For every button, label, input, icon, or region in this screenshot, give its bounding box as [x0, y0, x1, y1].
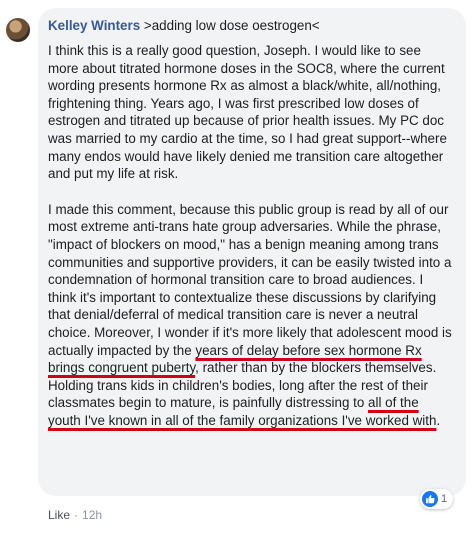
avatar[interactable] — [6, 18, 30, 42]
quoted-text: >adding low dose oestrogen< — [144, 18, 320, 33]
comment-header: Kelley Winters >adding low dose oestroge… — [48, 17, 456, 34]
separator-dot: · — [74, 508, 79, 522]
comment-actions: Like · 12h — [48, 508, 102, 522]
comment-paragraph-2: I made this comment, because this public… — [48, 201, 453, 430]
paragraph-2-part-1: I made this comment, because this public… — [48, 201, 452, 358]
author-name[interactable]: Kelley Winters — [48, 18, 140, 33]
comment-paragraph-1: I think this is a really good question, … — [48, 43, 447, 182]
reaction-summary[interactable]: 1 — [420, 489, 454, 509]
timestamp[interactable]: 12h — [82, 508, 102, 522]
paragraph-2-part-3: . — [436, 412, 441, 428]
quote-text: >adding low dose oestrogen< — [143, 18, 320, 33]
thumbs-up-icon — [422, 491, 438, 507]
reaction-count: 1 — [441, 493, 448, 505]
comment-bubble: Kelley Winters >adding low dose oestroge… — [38, 8, 466, 496]
like-button[interactable]: Like — [48, 508, 70, 522]
